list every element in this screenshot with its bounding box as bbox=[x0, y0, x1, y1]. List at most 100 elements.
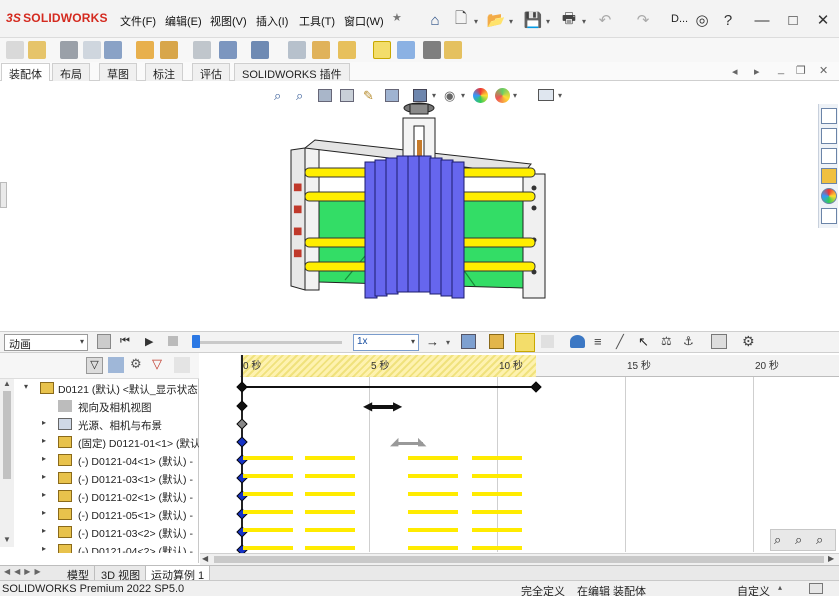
stop-icon[interactable] bbox=[168, 336, 178, 346]
select-icon[interactable]: ↖ bbox=[638, 334, 649, 350]
smart-fasteners-icon[interactable] bbox=[136, 41, 154, 59]
new-motion-study-icon[interactable] bbox=[288, 41, 306, 59]
menu-insert[interactable]: 插入(I) bbox=[256, 13, 288, 29]
expand-right-icon[interactable]: ▸ bbox=[754, 65, 760, 78]
scroll-up-icon[interactable]: ▲ bbox=[3, 379, 11, 388]
component-preview-icon[interactable] bbox=[83, 41, 101, 59]
file-explorer-icon[interactable] bbox=[821, 148, 837, 164]
chevron-right-icon[interactable]: ▸ bbox=[42, 544, 46, 553]
tab-3d-views[interactable]: 3D 视图 bbox=[96, 566, 147, 582]
edit-component-icon[interactable] bbox=[6, 41, 24, 59]
tab-model[interactable]: 模型 bbox=[62, 566, 95, 582]
tab-markup[interactable]: 标注 bbox=[145, 63, 183, 81]
rebuild-icon[interactable] bbox=[809, 583, 823, 594]
snapshot-icon[interactable] bbox=[423, 41, 441, 59]
tab-evaluate[interactable]: 评估 bbox=[192, 63, 230, 81]
exploded-view-icon[interactable] bbox=[338, 41, 356, 59]
minimize-doc-icon[interactable]: _ bbox=[778, 63, 784, 75]
assembly-features-icon[interactable] bbox=[219, 41, 237, 59]
chevron-right-icon[interactable]: ▸ bbox=[42, 490, 46, 499]
update-speedpak-icon[interactable] bbox=[397, 41, 415, 59]
assembly-model[interactable]: ■ ■ ■ ■ bbox=[285, 100, 555, 305]
tab-sketch[interactable]: 草图 bbox=[99, 63, 137, 81]
filter-selected-icon[interactable]: ▽ bbox=[152, 356, 162, 372]
home-icon[interactable]: ⌂ bbox=[426, 11, 444, 29]
tree-scrollbar[interactable]: ▲ ▼ bbox=[0, 379, 14, 547]
chevron-down-icon[interactable]: ▾ bbox=[582, 17, 586, 26]
timeline-scrollbar[interactable]: ◀ ▶ bbox=[200, 553, 839, 565]
calculate-icon[interactable] bbox=[97, 334, 111, 349]
chevron-down-icon[interactable]: ▾ bbox=[24, 382, 28, 391]
study-type-select[interactable]: 动画 ▾ bbox=[4, 334, 88, 351]
zoom-out-icon[interactable]: ⌕ bbox=[816, 532, 823, 548]
tree-scroll-thumb[interactable] bbox=[3, 391, 11, 479]
tree-row-part[interactable]: ▸ (-) D0121-04<1> (默认) - bbox=[0, 451, 199, 469]
filter-results-icon[interactable] bbox=[174, 357, 190, 373]
play-icon[interactable]: ▶ bbox=[145, 335, 153, 348]
close-icon[interactable]: ✕ bbox=[814, 11, 832, 29]
playback-slider-thumb[interactable] bbox=[192, 335, 200, 348]
menu-window[interactable]: 窗口(W) bbox=[344, 13, 384, 29]
pin-icon[interactable]: ★ bbox=[392, 11, 402, 24]
add-key-icon[interactable] bbox=[541, 335, 554, 348]
mate-icon[interactable] bbox=[60, 41, 78, 59]
menu-view[interactable]: 视图(V) bbox=[210, 13, 247, 29]
instant3d-icon[interactable] bbox=[373, 41, 391, 59]
contact-icon[interactable]: ╱ bbox=[616, 334, 624, 350]
tree-row-part[interactable]: ▸ (-) D0121-03<2> (默认) - bbox=[0, 523, 199, 541]
filter-animated-icon[interactable] bbox=[108, 357, 124, 373]
tree-row-lights[interactable]: ▸ 光源、相机与布景 bbox=[0, 415, 199, 433]
menu-edit[interactable]: 编辑(E) bbox=[165, 13, 202, 29]
account-icon[interactable]: ◎ bbox=[693, 11, 711, 29]
chevron-down-icon[interactable]: ▾ bbox=[446, 338, 450, 347]
feature-manager-toggle[interactable] bbox=[0, 182, 7, 208]
minimize-icon[interactable]: — bbox=[753, 11, 771, 29]
scroll-down-icon[interactable]: ▼ bbox=[3, 535, 11, 544]
chevron-down-icon[interactable]: ▾ bbox=[513, 91, 517, 100]
menu-tools[interactable]: 工具(T) bbox=[299, 13, 335, 29]
maximize-icon[interactable]: □ bbox=[784, 11, 802, 29]
chevron-down-icon[interactable]: ▾ bbox=[461, 91, 465, 100]
animation-wizard-icon[interactable] bbox=[489, 334, 504, 349]
spring-icon[interactable]: ≡ bbox=[594, 334, 602, 349]
tab-motion-study-1[interactable]: 运动算例 1 bbox=[146, 566, 211, 582]
filter-icon[interactable]: ▽ bbox=[86, 357, 103, 374]
tree-row-root[interactable]: ▾ D0121 (默认) <默认_显示状态 bbox=[0, 379, 199, 397]
chevron-down-icon[interactable]: ▾ bbox=[546, 17, 550, 26]
reference-geometry-icon[interactable] bbox=[251, 41, 269, 59]
tree-row-view-camera[interactable]: 视向及相机视图 bbox=[0, 397, 199, 415]
tab-scroll-arrows[interactable]: ◀◀▶▶ bbox=[4, 567, 45, 576]
print-icon[interactable]: 🖶 bbox=[560, 10, 578, 29]
tree-row-part[interactable]: ▸ (-) D0121-04<2> (默认) - bbox=[0, 541, 199, 553]
restore-doc-icon[interactable]: ❐ bbox=[796, 64, 806, 77]
redo-icon[interactable]: ↷ bbox=[634, 11, 652, 29]
timeline-scroll-thumb[interactable] bbox=[214, 556, 824, 563]
chevron-down-icon[interactable]: ▾ bbox=[509, 17, 513, 26]
settings-gear-icon[interactable]: ⚙ bbox=[742, 333, 755, 350]
play-from-start-icon[interactable]: ⏮ bbox=[120, 335, 130, 348]
damper-icon[interactable]: ⚓ bbox=[683, 334, 694, 348]
custom-properties-icon[interactable] bbox=[821, 208, 837, 224]
tree-row-part[interactable]: ▸ (-) D0121-03<1> (默认) - bbox=[0, 469, 199, 487]
motor-icon[interactable] bbox=[570, 335, 585, 348]
solidworks-resources-icon[interactable] bbox=[821, 108, 837, 124]
appearances-icon[interactable] bbox=[821, 188, 837, 204]
tab-solidworks-addins[interactable]: SOLIDWORKS 插件 bbox=[234, 63, 350, 81]
move-component-icon[interactable] bbox=[160, 41, 178, 59]
open-icon[interactable]: 📂 bbox=[487, 11, 506, 29]
tab-assembly[interactable]: 装配体 bbox=[1, 63, 50, 81]
show-hidden-icon[interactable] bbox=[193, 41, 211, 59]
zoom-in-icon[interactable]: ⌕ bbox=[795, 532, 802, 548]
playback-slider[interactable] bbox=[192, 341, 342, 344]
results-plots-icon[interactable] bbox=[711, 334, 727, 349]
menu-file[interactable]: 文件(F) bbox=[120, 13, 156, 29]
collapse-left-icon[interactable]: ◂ bbox=[732, 65, 738, 78]
view-palette-icon[interactable] bbox=[821, 168, 837, 184]
design-library-icon[interactable] bbox=[821, 128, 837, 144]
filter-driving-icon[interactable]: ⚙ bbox=[130, 356, 142, 372]
chevron-right-icon[interactable]: ▸ bbox=[42, 418, 46, 427]
playback-speed-select[interactable]: 1x ▾ bbox=[353, 334, 419, 351]
tree-row-part[interactable]: ▸ (固定) D0121-01<1> (默认 bbox=[0, 433, 199, 451]
undo-icon[interactable]: ↶ bbox=[596, 11, 614, 29]
save-icon[interactable]: 💾 bbox=[524, 11, 543, 29]
